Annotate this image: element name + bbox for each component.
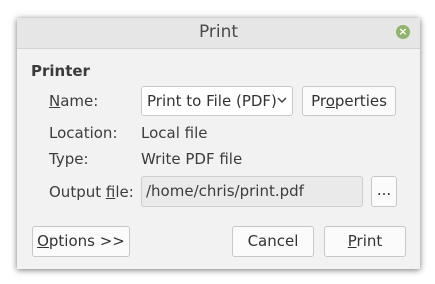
print-dialog: Print × Printer Name: Print to File (PDF… [17,18,420,269]
printer-section-title: Printer [31,62,90,80]
dialog-title: Print [198,22,239,42]
type-label: Type: [49,150,89,168]
cancel-button[interactable]: Cancel [232,226,314,257]
print-button[interactable]: Print [324,226,406,257]
properties-button[interactable]: Properties [302,86,396,116]
type-value: Write PDF file [141,150,243,168]
chevron-down-icon [277,97,287,104]
browse-button[interactable]: ... [371,176,397,207]
location-value: Local file [141,124,208,142]
output-file-value: /home/chris/print.pdf [146,182,304,200]
close-icon[interactable]: × [396,25,410,39]
printer-name-combo[interactable]: Print to File (PDF) [141,86,293,116]
options-button[interactable]: Options >> [32,226,130,257]
title-bar[interactable]: Print × [17,18,420,49]
output-file-field[interactable]: /home/chris/print.pdf [141,176,363,207]
output-file-label: Output file: [49,183,134,201]
printer-name-value: Print to File (PDF) [147,92,277,110]
name-label: Name: [49,92,99,110]
location-label: Location: [49,124,118,142]
